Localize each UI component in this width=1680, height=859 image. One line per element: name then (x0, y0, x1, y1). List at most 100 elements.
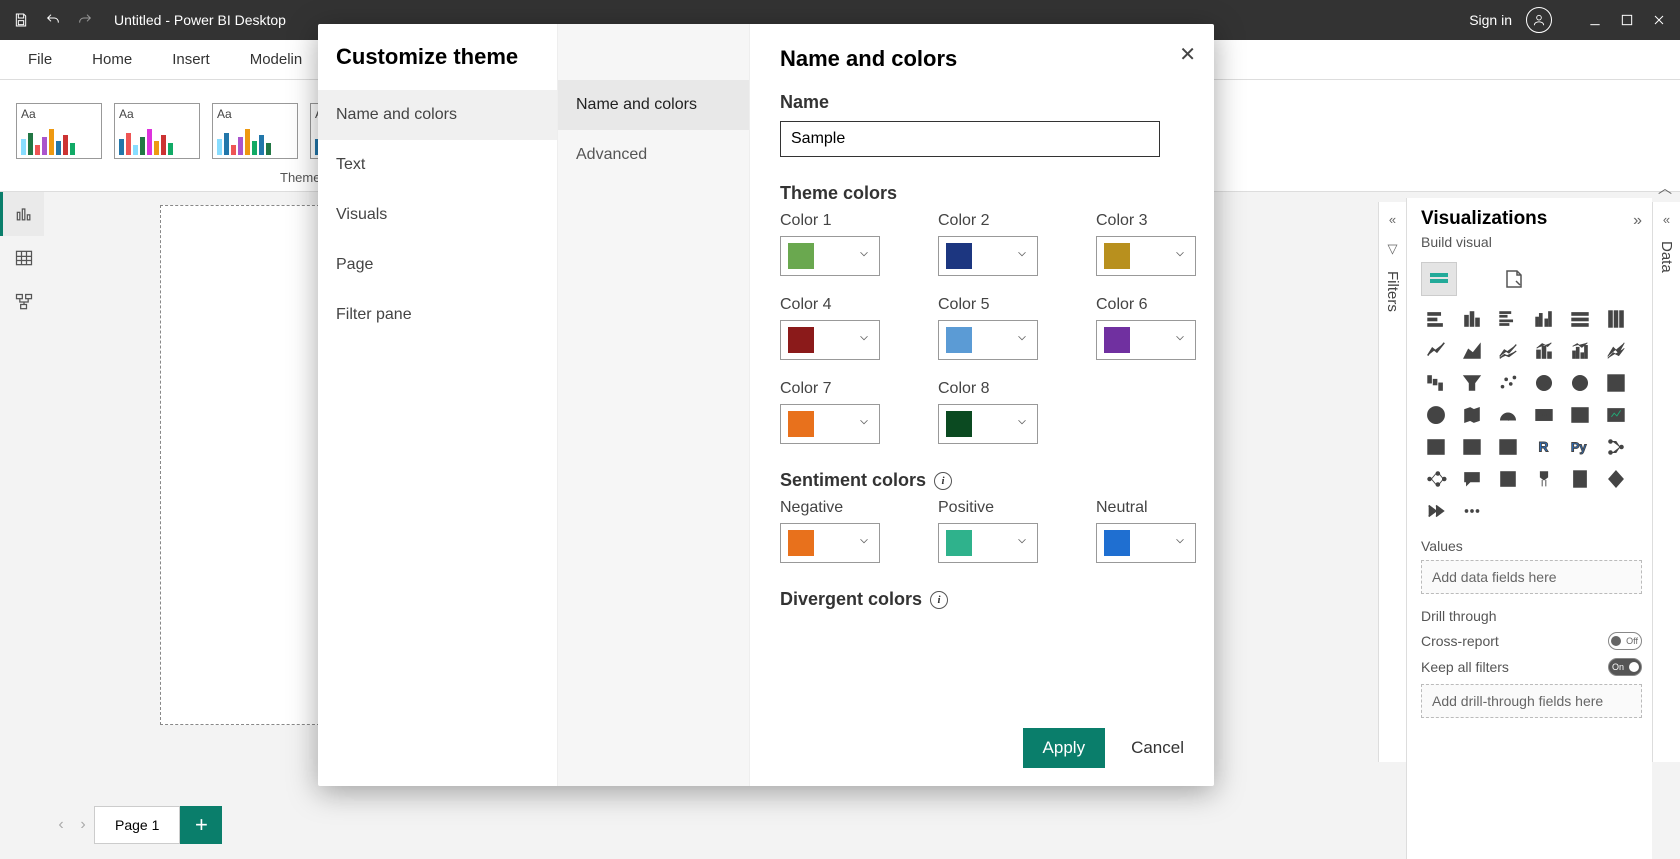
viz-clustered-bar-icon[interactable] (1493, 306, 1523, 332)
info-icon[interactable]: i (930, 591, 948, 609)
category-filter-pane[interactable]: Filter pane (318, 290, 557, 340)
save-icon[interactable] (12, 11, 30, 29)
chevron-down-icon (857, 331, 871, 350)
close-icon[interactable]: ✕ (1179, 42, 1196, 67)
color-dropdown[interactable] (1096, 236, 1196, 276)
maximize-icon[interactable] (1618, 11, 1636, 29)
viz-scatter-icon[interactable] (1493, 370, 1523, 396)
color-dropdown[interactable] (780, 404, 880, 444)
viz-matrix-icon[interactable] (1493, 434, 1523, 460)
viz-table-icon[interactable] (1457, 434, 1487, 460)
ribbon-tab-modeling[interactable]: Modelin (250, 51, 303, 68)
ribbon-tab-home[interactable]: Home (92, 51, 132, 68)
cancel-button[interactable]: Cancel (1131, 738, 1184, 758)
page-tab[interactable]: Page 1 (94, 806, 180, 844)
color-dropdown[interactable] (938, 236, 1038, 276)
theme-thumb[interactable]: Aa (212, 103, 298, 159)
filters-label[interactable]: Filters (1384, 271, 1401, 312)
apply-button[interactable]: Apply (1023, 728, 1106, 768)
keep-filters-toggle[interactable]: On (1608, 658, 1642, 676)
add-page-button[interactable]: + (180, 806, 222, 844)
color-dropdown[interactable] (1096, 523, 1196, 563)
subcategory-advanced[interactable]: Advanced (558, 130, 749, 180)
viz-powerautomate-icon[interactable] (1421, 498, 1451, 524)
expand-up-icon[interactable]: ︿ (1658, 178, 1672, 198)
collapse-left-icon[interactable]: « (1663, 212, 1670, 227)
next-page-icon[interactable]: › (72, 814, 94, 836)
viz-decomp-icon[interactable] (1421, 466, 1451, 492)
color-dropdown[interactable] (938, 523, 1038, 563)
category-text[interactable]: Text (318, 140, 557, 190)
color-dropdown[interactable] (1096, 320, 1196, 360)
category-visuals[interactable]: Visuals (318, 190, 557, 240)
color-dropdown[interactable] (780, 236, 880, 276)
prev-page-icon[interactable]: ‹ (50, 814, 72, 836)
info-icon[interactable]: i (934, 472, 952, 490)
viz-line-icon[interactable] (1421, 338, 1451, 364)
color-dropdown[interactable] (780, 523, 880, 563)
viz-combo-icon[interactable] (1529, 338, 1559, 364)
viz-narrative-icon[interactable] (1493, 466, 1523, 492)
category-page[interactable]: Page (318, 240, 557, 290)
viz-qna-icon[interactable] (1457, 466, 1487, 492)
viz-donut-icon[interactable] (1565, 370, 1595, 396)
viz-stacked-area-icon[interactable] (1493, 338, 1523, 364)
view-model-icon[interactable] (0, 280, 44, 324)
redo-icon[interactable] (76, 11, 94, 29)
viz-gauge-icon[interactable] (1493, 402, 1523, 428)
svg-text:R: R (1539, 440, 1549, 455)
theme-thumb[interactable]: Aa (114, 103, 200, 159)
cross-report-toggle[interactable]: Off (1608, 632, 1642, 650)
viz-map-icon[interactable] (1421, 402, 1451, 428)
viz-more-icon[interactable] (1457, 498, 1487, 524)
color-dropdown[interactable] (938, 320, 1038, 360)
close-window-icon[interactable] (1650, 11, 1668, 29)
view-report-icon[interactable] (0, 192, 44, 236)
undo-icon[interactable] (44, 11, 62, 29)
viz-stacked-bar-icon[interactable] (1421, 306, 1451, 332)
viz-clustered-column-icon[interactable] (1529, 306, 1559, 332)
data-label[interactable]: Data (1658, 241, 1675, 273)
viz-funnel-icon[interactable] (1457, 370, 1487, 396)
viz-treemap-icon[interactable] (1601, 370, 1631, 396)
drill-through-dropzone[interactable]: Add drill-through fields here (1421, 684, 1642, 718)
viz-multicard-icon[interactable] (1565, 402, 1595, 428)
color-dropdown[interactable] (780, 320, 880, 360)
viz-kpi-icon[interactable] (1601, 402, 1631, 428)
viz-area-icon[interactable] (1457, 338, 1487, 364)
report-canvas[interactable] (160, 205, 320, 725)
viz-filled-map-icon[interactable] (1457, 402, 1487, 428)
viz-stacked-column-icon[interactable] (1457, 306, 1487, 332)
viz-r-icon[interactable]: R (1529, 434, 1559, 460)
viz-combo2-icon[interactable] (1565, 338, 1595, 364)
viz-slicer-icon[interactable] (1421, 434, 1451, 460)
viz-ribbon-icon[interactable] (1601, 338, 1631, 364)
viz-goals-icon[interactable] (1529, 466, 1559, 492)
viz-powerapps-icon[interactable] (1601, 466, 1631, 492)
viz-paginated-icon[interactable] (1565, 466, 1595, 492)
viz-100-column-icon[interactable] (1601, 306, 1631, 332)
ribbon-tab-file[interactable]: File (28, 51, 52, 68)
theme-thumb[interactable]: Aa (16, 103, 102, 159)
user-icon[interactable] (1526, 7, 1552, 33)
ribbon-tab-insert[interactable]: Insert (172, 51, 210, 68)
category-name-and-colors[interactable]: Name and colors (318, 90, 557, 140)
viz-pie-icon[interactable] (1529, 370, 1559, 396)
viz-100-bar-icon[interactable] (1565, 306, 1595, 332)
signin-link[interactable]: Sign in (1469, 12, 1512, 28)
build-visual-icon[interactable] (1421, 262, 1457, 296)
viz-python-icon[interactable]: Py (1565, 434, 1595, 460)
format-visual-icon[interactable] (1497, 262, 1533, 296)
subcategory-name-and-colors[interactable]: Name and colors (558, 80, 749, 130)
viz-card-icon[interactable]: 123 (1529, 402, 1559, 428)
theme-color-item: Color 1 (780, 212, 930, 276)
color-dropdown[interactable] (938, 404, 1038, 444)
expand-right-icon[interactable]: » (1633, 212, 1642, 230)
collapse-left-icon[interactable]: « (1389, 212, 1396, 227)
theme-name-input[interactable] (780, 121, 1160, 157)
values-dropzone[interactable]: Add data fields here (1421, 560, 1642, 594)
viz-waterfall-icon[interactable] (1421, 370, 1451, 396)
viz-keyinfluencers-icon[interactable] (1601, 434, 1631, 460)
minimize-icon[interactable] (1586, 11, 1604, 29)
view-table-icon[interactable] (0, 236, 44, 280)
